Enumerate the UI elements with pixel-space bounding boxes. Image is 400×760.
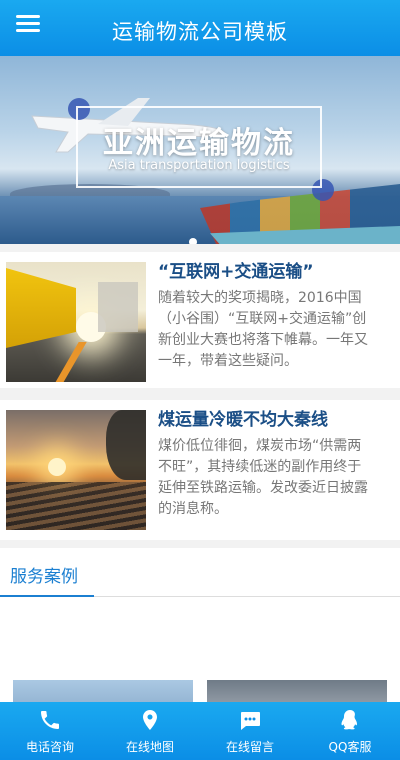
banner-title: 亚洲运输物流 <box>103 126 295 161</box>
news-item[interactable]: 煤运量冷暖不均大秦线 煤价低位徘徊，煤炭市场“供需两不旺”，其持续低迷的副作用终… <box>0 400 400 540</box>
news-description: 随着较大的奖项揭晓，2016中国（小谷围）“互联网+交通运输”创新创业大赛也将落… <box>158 290 368 369</box>
nav-label: 在线留言 <box>225 740 274 754</box>
map-pin-icon <box>143 710 157 730</box>
nav-qq[interactable]: QQ客服 <box>300 702 400 760</box>
nav-message[interactable]: 在线留言 <box>200 702 300 760</box>
message-icon <box>241 712 260 730</box>
section-title[interactable]: 服务案例 <box>10 562 78 587</box>
news-item[interactable]: “互联网+交通运输” 随着较大的奖项揭晓，2016中国（小谷围）“互联网+交通运… <box>0 252 400 388</box>
nav-label: 电话咨询 <box>25 740 74 754</box>
news-title[interactable]: 煤运量冷暖不均大秦线 <box>158 408 374 432</box>
truck-image <box>6 262 146 382</box>
qq-icon <box>341 710 357 730</box>
railway-image <box>6 410 146 530</box>
section-header: 服务案例 <box>0 548 400 597</box>
nav-label: 在线地图 <box>125 740 174 754</box>
section-underline <box>0 595 94 597</box>
nav-map[interactable]: 在线地图 <box>100 702 200 760</box>
bottom-nav: 电话咨询 在线地图 在线留言 QQ客服 <box>0 702 400 760</box>
slider-indicator[interactable] <box>189 231 197 244</box>
slider-dot-active[interactable] <box>189 238 197 244</box>
phone-icon <box>41 711 59 729</box>
news-thumbnail[interactable] <box>6 410 146 530</box>
nav-label: QQ客服 <box>328 740 372 754</box>
banner-subtitle: Asia transportation logistics <box>108 158 290 173</box>
page-title: 运输物流公司模板 <box>112 20 288 44</box>
nav-phone[interactable]: 电话咨询 <box>0 702 100 760</box>
banner-slider[interactable]: 亚洲运输物流 Asia transportation logistics <box>0 56 400 244</box>
news-title[interactable]: “互联网+交通运输” <box>158 260 374 284</box>
top-header: 运输物流公司模板 <box>0 0 400 56</box>
news-description: 煤价低位徘徊，煤炭市场“供需两不旺”，其持续低迷的副作用终于延伸至铁路运输。发改… <box>158 438 368 517</box>
news-thumbnail[interactable] <box>6 262 146 382</box>
